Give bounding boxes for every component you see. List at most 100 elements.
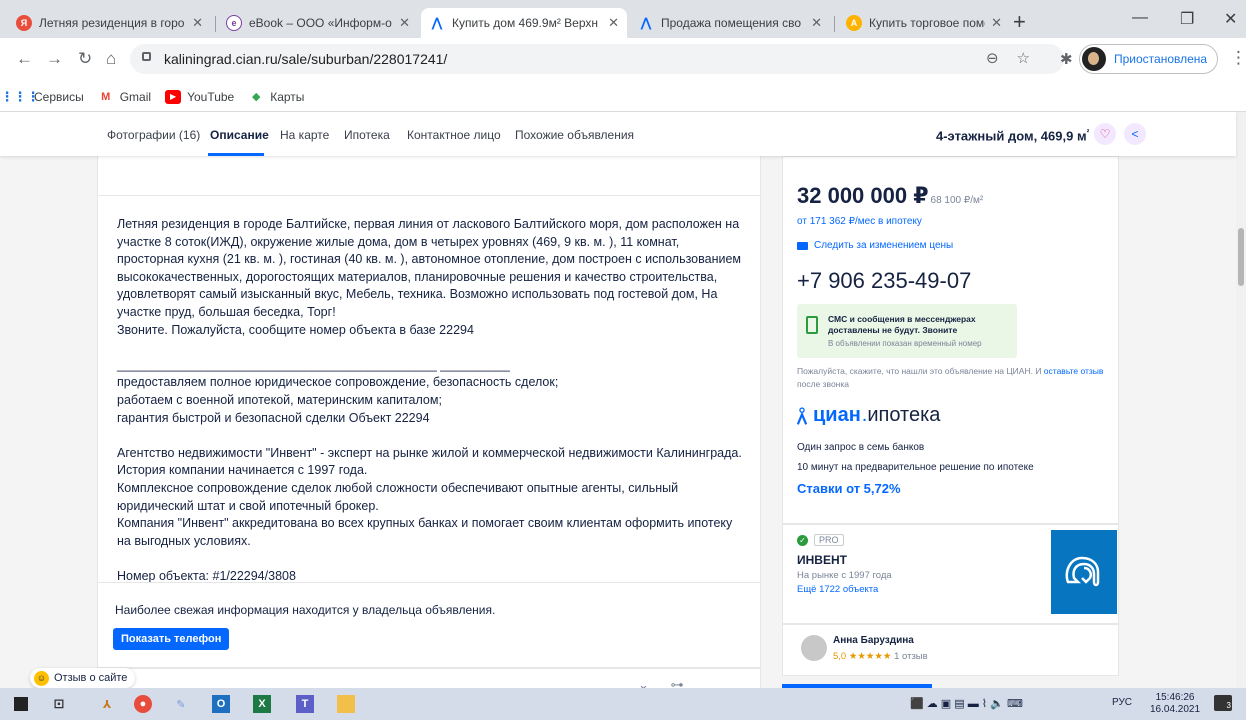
browser-tab-3-active[interactable]: ⋀ Купить дом 469.9м² Верхн ✕ (421, 8, 627, 38)
bookmark-gmail[interactable]: M Gmail (98, 90, 151, 104)
notification-icon[interactable]: 3 (1214, 695, 1232, 711)
close-tab-icon[interactable]: ✕ (811, 15, 822, 31)
cian-mortgage-logo[interactable]: циан. ипотека (797, 404, 940, 427)
back-icon[interactable]: ← (16, 50, 33, 68)
scroll-thumb[interactable] (1238, 228, 1244, 286)
phone-number[interactable]: +7 906 235-49-07 (797, 268, 971, 294)
lock-icon (142, 52, 151, 61)
tab-title: Продажа помещения сво (661, 16, 802, 30)
price-per-m2: 68 100 ₽/м² (930, 195, 984, 206)
youtube-icon: ▶ (165, 89, 182, 104)
page-content: Фотографии (16) Описание На карте Ипотек… (0, 112, 1246, 688)
restore-button[interactable]: ❐ (1180, 9, 1194, 29)
tray-icons[interactable]: ⬛ ☁ ▣ ▤ ▬ ⌇ 🔈 ⌨ (910, 697, 1023, 710)
paint-icon[interactable]: ✎ (172, 695, 190, 713)
smile-icon: ☺ (34, 670, 49, 686)
agency-logo-icon[interactable] (1051, 530, 1117, 614)
close-tab-icon[interactable]: ✕ (608, 15, 619, 31)
ebook-icon: e (226, 15, 242, 31)
nav-photos[interactable]: Фотографии (16) (107, 128, 200, 142)
price: 32 000 000 ₽68 100 ₽/м² (797, 183, 984, 208)
browser-toolbar: ← → ↻ ⌂ kaliningrad.cian.ru/sale/suburba… (0, 38, 1246, 82)
zoom-icon[interactable]: ⊖ (986, 50, 1017, 67)
bookmark-maps[interactable]: ◆ Карты (248, 90, 304, 104)
close-tab-icon[interactable]: ✕ (399, 15, 410, 31)
minimize-button[interactable]: — (1132, 9, 1148, 27)
cian-icon: ⋀ (431, 15, 443, 30)
bookmark-star-icon[interactable]: ☆ (1017, 50, 1048, 67)
sms-warning: СМС и сообщения в мессенджерах доставлен… (797, 304, 1017, 358)
yandex-icon: Я (16, 15, 32, 31)
app-icon-1[interactable]: ⅄ (98, 695, 116, 713)
chevron-down-icon[interactable]: ⌄ ⊶ (638, 677, 684, 688)
bookmark-label: Сервисы (34, 89, 84, 104)
feedback-request: Пожалуйста, скажите, что нашли это объяв… (797, 366, 1104, 389)
nav-map[interactable]: На карте (280, 128, 329, 142)
close-tab-icon[interactable]: ✕ (991, 15, 1002, 31)
browser-tab-2[interactable]: e eBook – ООО «Информ-о ✕ (218, 8, 418, 38)
home-icon[interactable]: ⌂ (106, 50, 116, 68)
url-text[interactable]: kaliningrad.cian.ru/sale/suburban/228017… (164, 51, 447, 67)
features-row-cut (97, 156, 761, 196)
page-scrollbar[interactable] (1236, 112, 1246, 688)
stars-icon: ★★★★★ (848, 651, 892, 662)
cian-icon: ⋀ (640, 15, 652, 30)
close-tab-icon[interactable]: ✕ (192, 15, 203, 31)
system-clock[interactable]: 15:46:26 16.04.2021 (1150, 692, 1200, 716)
verified-check-icon: ✓ (797, 534, 808, 546)
price-card: 32 000 000 ₽68 100 ₽/м² от 171 362 ₽/мес… (782, 156, 1119, 524)
nav-contact[interactable]: Контактное лицо (407, 128, 501, 142)
reviewer-name[interactable]: Анна Баруздина (833, 635, 914, 646)
tab-title: eBook – ООО «Информ-о (249, 16, 392, 30)
sms-warning-note: В объявлении показан временный номер (828, 339, 982, 348)
folder-icon[interactable] (337, 695, 355, 713)
nav-similar[interactable]: Похожие объявления (515, 128, 634, 142)
close-window-button[interactable]: ✕ (1224, 9, 1237, 29)
address-bar[interactable]: kaliningrad.cian.ru/sale/suburban/228017… (130, 44, 1064, 74)
agent-card: ✓ PRO ИНВЕНТ На рынке с 1997 года Ещё 172… (782, 524, 1119, 624)
listing-nav: Фотографии (16) Описание На карте Ипотек… (0, 112, 1236, 156)
extensions-icon[interactable]: ✱ (1060, 50, 1073, 68)
language-indicator[interactable]: РУС (1112, 697, 1132, 708)
windows-start-icon[interactable] (14, 697, 28, 711)
show-phone-button[interactable]: Показать телефон (113, 628, 230, 650)
task-view-icon[interactable]: ⊡ (50, 695, 68, 713)
tab-title: Купить дом 469.9м² Верхн (452, 16, 598, 30)
reviewer-avatar (801, 635, 827, 661)
menu-icon[interactable]: ⋮ (1230, 48, 1246, 68)
owner-info-text: Наиболее свежая информация находится у в… (115, 603, 496, 617)
omnibox-icons: ⊖☆ (986, 49, 1048, 67)
rates-link[interactable]: Ставки от 5,72% (797, 481, 901, 496)
bookmark-apps[interactable]: ⋮⋮⋮ Сервисы (1, 89, 84, 104)
nav-mortgage[interactable]: Ипотека (344, 128, 390, 142)
new-tab-button[interactable]: + (1013, 11, 1026, 33)
favorite-heart-icon[interactable]: ♡ (1094, 123, 1116, 145)
mortgage-link[interactable]: от 171 362 ₽/мес в ипотеку (797, 216, 922, 227)
tab-title: Купить торговое помеще (869, 16, 985, 30)
profile-button[interactable]: Приостановлена (1079, 44, 1219, 74)
outlook-icon[interactable]: O (212, 695, 230, 713)
listing-title: 4-этажный дом, 469,9 м² (936, 128, 1090, 144)
reload-icon[interactable]: ↻ (78, 50, 92, 68)
agent-more-link[interactable]: Ещё 1722 объекта (797, 584, 878, 595)
chrome-icon[interactable]: ● (134, 695, 152, 713)
mortgage-line-2: 10 минут на предварительное решение по и… (797, 462, 1034, 473)
maps-icon: ◆ (251, 91, 261, 103)
teams-icon[interactable]: T (296, 695, 314, 713)
feedback-button[interactable]: ☺ Отзыв о сайте (30, 668, 136, 688)
bookmark-label: Карты (270, 89, 305, 104)
browser-tab-1[interactable]: Я Летняя резиденция в горо ✕ (8, 8, 211, 38)
bookmark-label: Gmail (119, 89, 152, 104)
excel-icon[interactable]: X (253, 695, 271, 713)
share-icon[interactable]: < (1124, 123, 1146, 145)
browser-tab-4[interactable]: ⋀ Продажа помещения сво ✕ (630, 8, 830, 38)
leave-review-link[interactable]: оставьте отзыв (1044, 366, 1104, 376)
forward-icon[interactable]: → (46, 50, 63, 68)
browser-tab-5[interactable]: A Купить торговое помеще ✕ (838, 8, 1010, 38)
reviewer-rating: 5,0 ★★★★★ 1 отзыв (833, 651, 928, 662)
agent-name[interactable]: ИНВЕНТ (797, 553, 847, 567)
nav-description[interactable]: Описание (210, 128, 269, 142)
follow-price-link[interactable]: Следить за изменением цены (797, 240, 953, 251)
bookmark-youtube[interactable]: ▶ YouTube (165, 89, 234, 104)
owner-card: Наиболее свежая информация находится у в… (97, 582, 761, 668)
